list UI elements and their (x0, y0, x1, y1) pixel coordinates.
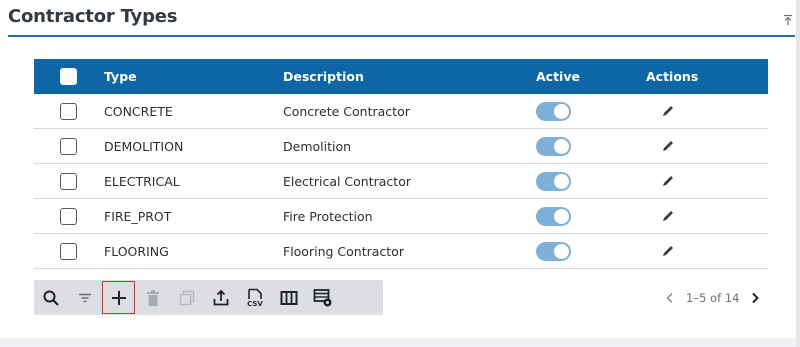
cell-description: Flooring Contractor (283, 243, 404, 259)
scrollbar-track (796, 0, 800, 347)
table-row[interactable]: CONCRETE Concrete Contractor (34, 94, 768, 129)
cell-description: Fire Protection (283, 208, 373, 224)
cell-type: FLOORING (104, 243, 169, 259)
row-checkbox[interactable] (60, 172, 77, 190)
table-row[interactable]: DEMOLITION Demolition (34, 129, 768, 164)
pencil-icon[interactable] (658, 101, 678, 121)
pencil-icon[interactable] (658, 241, 678, 261)
cell-description: Demolition (283, 138, 352, 154)
grid-header: Type Description Active Actions (34, 59, 768, 94)
row-checkbox[interactable] (60, 102, 77, 120)
active-toggle[interactable] (536, 206, 571, 226)
active-toggle[interactable] (536, 136, 571, 156)
pencil-icon[interactable] (658, 171, 678, 191)
panel-title: Contractor Types (8, 6, 178, 27)
title-divider (8, 35, 795, 37)
column-header-type[interactable]: Type (104, 69, 283, 84)
column-header-description[interactable]: Description (283, 69, 536, 84)
active-toggle[interactable] (536, 101, 571, 121)
table-row[interactable]: ELECTRICAL Electrical Contractor (34, 164, 768, 199)
cell-type: DEMOLITION (104, 138, 184, 154)
table-row[interactable]: FIRE_PROT Fire Protection (34, 199, 768, 234)
row-checkbox[interactable] (60, 207, 77, 225)
pencil-icon[interactable] (658, 206, 678, 226)
contractor-types-grid: Type Description Active Actions CONCRETE… (34, 59, 768, 269)
table-row[interactable]: FLOORING Flooring Contractor (34, 234, 768, 269)
svg-text:CSV: CSV (247, 300, 263, 308)
row-checkbox[interactable] (60, 242, 77, 260)
delete-icon (136, 281, 169, 314)
grid-toolbar: CSV (34, 280, 383, 315)
cell-type: FIRE_PROT (104, 208, 172, 224)
active-toggle[interactable] (536, 171, 571, 191)
column-header-actions: Actions (646, 69, 699, 84)
pagination: 1–5 of 14 (660, 288, 765, 308)
copy-icon (170, 281, 203, 314)
active-toggle[interactable] (536, 241, 571, 261)
row-checkbox[interactable] (60, 137, 77, 155)
column-header-active[interactable]: Active (536, 69, 646, 84)
filter-icon[interactable] (68, 281, 101, 314)
cell-description: Concrete Contractor (283, 103, 410, 119)
chevron-right-icon[interactable] (745, 288, 765, 308)
select-all-checkbox[interactable] (60, 68, 77, 85)
chevron-left-icon (660, 288, 680, 308)
grid-settings-icon[interactable] (306, 281, 339, 314)
collapse-up-icon[interactable] (782, 14, 794, 26)
page-range: 1–5 of 14 (686, 291, 740, 305)
pencil-icon[interactable] (658, 136, 678, 156)
contractor-types-panel: Contractor Types Type Description Active… (0, 0, 796, 338)
add-icon[interactable] (102, 281, 135, 314)
export-icon[interactable] (204, 281, 237, 314)
cell-description: Electrical Contractor (283, 173, 411, 189)
columns-icon[interactable] (272, 281, 305, 314)
cell-type: ELECTRICAL (104, 173, 180, 189)
cell-type: CONCRETE (104, 103, 173, 119)
search-icon[interactable] (34, 281, 67, 314)
csv-icon[interactable]: CSV (238, 281, 271, 314)
